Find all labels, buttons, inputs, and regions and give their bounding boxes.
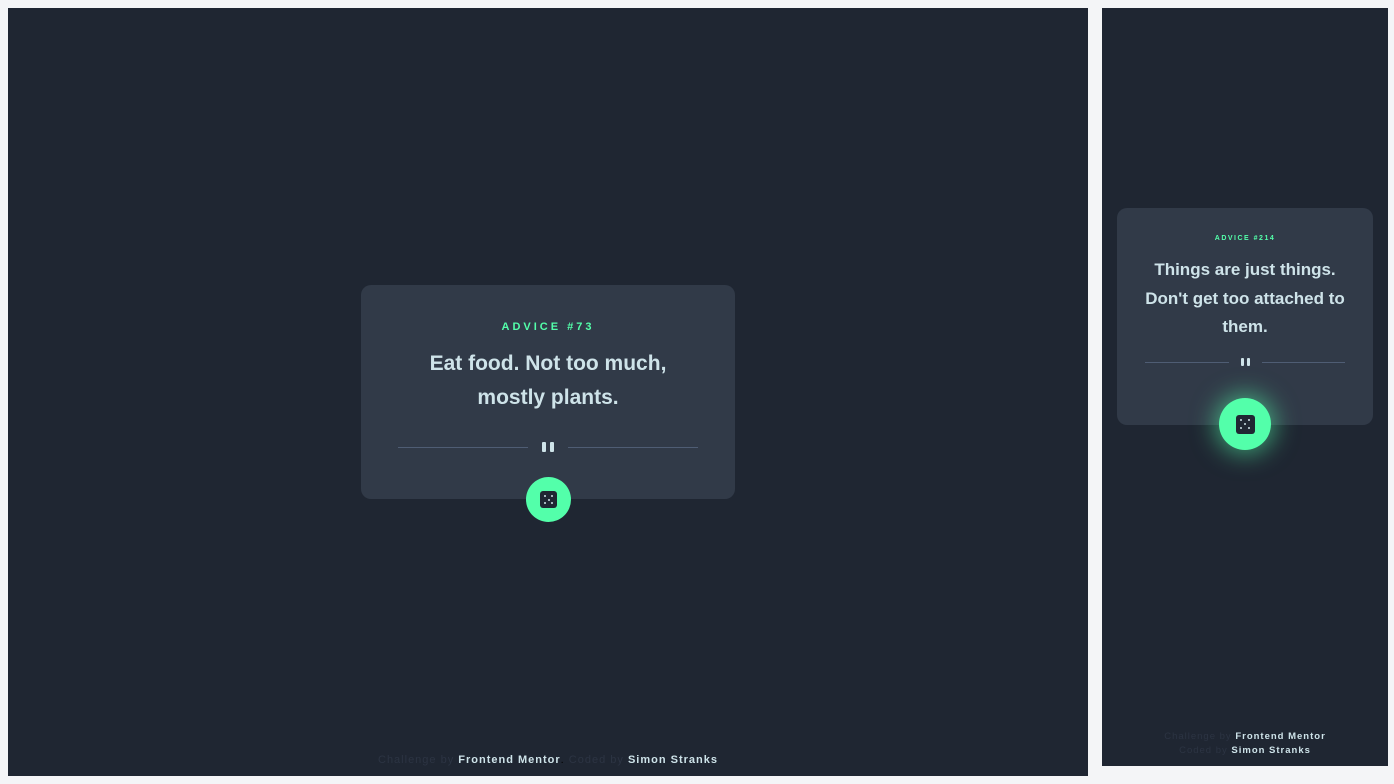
advice-number: ADVICE #73: [501, 321, 595, 333]
attribution: Challenge by Frontend Mentor. Coded by S…: [378, 754, 718, 766]
author-link[interactable]: Simon Stranks: [1231, 745, 1311, 756]
pause-icon: [542, 442, 554, 452]
attribution: Challenge by Frontend Mentor Coded by Si…: [1102, 730, 1388, 758]
frontend-mentor-link[interactable]: Frontend Mentor: [458, 754, 560, 766]
advice-card: ADVICE #73 Eat food. Not too much, mostl…: [361, 285, 735, 522]
coded-prefix: Coded by: [568, 754, 624, 766]
advice-quote: Eat food. Not too much, mostly plants.: [429, 352, 667, 409]
divider-line-right: [1261, 361, 1345, 363]
author-link[interactable]: Simon Stranks: [628, 754, 718, 766]
pause-icon: [1240, 358, 1250, 366]
advice-quote: Things are just things. Don't get too at…: [1145, 260, 1345, 336]
new-advice-button[interactable]: [526, 477, 571, 522]
divider-line-left: [398, 446, 528, 448]
coded-prefix: Coded by: [1179, 745, 1228, 756]
dice-icon: [1235, 414, 1255, 434]
pattern-divider: [398, 440, 698, 454]
frontend-mentor-link[interactable]: Frontend Mentor: [1235, 731, 1325, 742]
advice-card: ADVICE #214 Things are just things. Don'…: [1117, 208, 1373, 450]
desktop-preview: ADVICE #73 Eat food. Not too much, mostl…: [8, 8, 1088, 776]
mobile-preview: ADVICE #214 Things are just things. Don'…: [1102, 8, 1388, 766]
new-advice-button[interactable]: [1219, 398, 1271, 450]
pattern-divider: [1145, 356, 1345, 368]
challenge-prefix: Challenge by: [1164, 731, 1232, 742]
divider-line-right: [568, 446, 698, 448]
advice-number: ADVICE #214: [1214, 235, 1276, 242]
challenge-prefix: Challenge by: [378, 754, 455, 766]
dice-icon: [540, 491, 557, 508]
divider-line-left: [1145, 361, 1229, 363]
